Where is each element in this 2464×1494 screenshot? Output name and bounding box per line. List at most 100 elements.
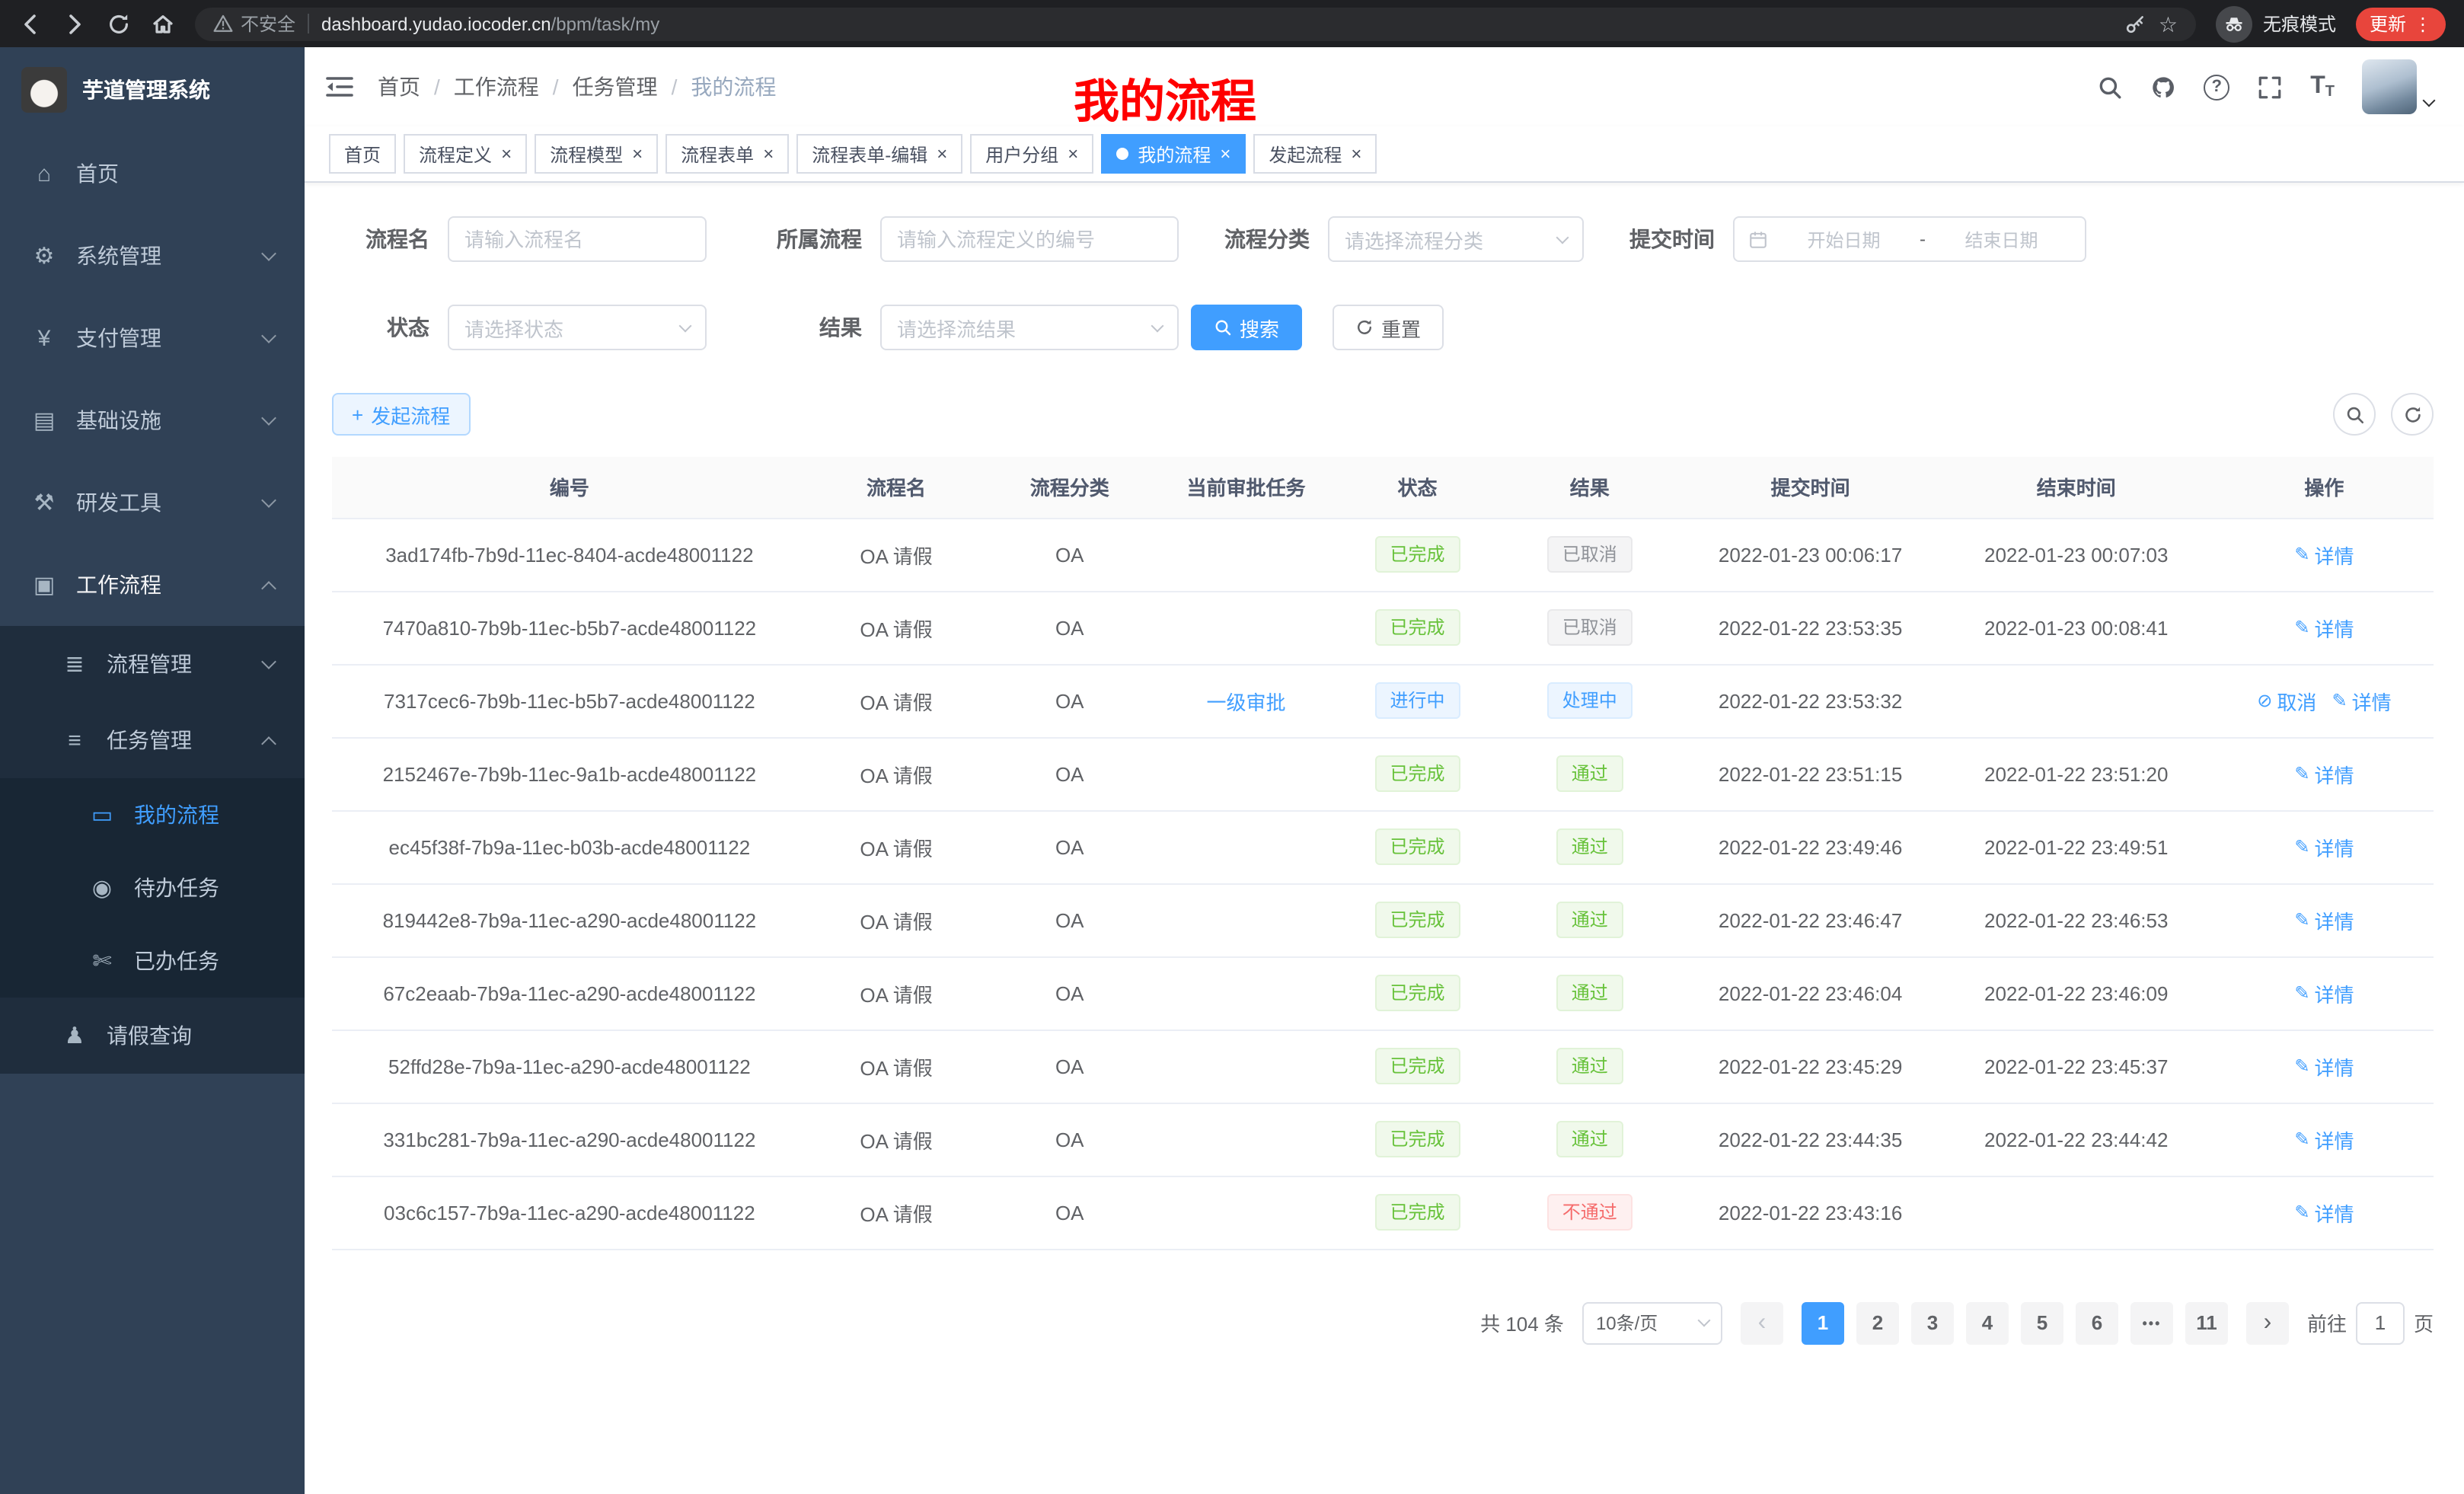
detail-link[interactable]: ✎详情 <box>2332 686 2391 715</box>
sidebar-item-devtools[interactable]: ⚒ 研发工具 <box>0 461 305 544</box>
prev-page-button[interactable]: ‹ <box>1741 1301 1783 1344</box>
avatar[interactable] <box>2362 59 2417 114</box>
process-definition-input[interactable] <box>880 216 1179 262</box>
detail-link[interactable]: ✎详情 <box>2294 832 2354 861</box>
cancel-link[interactable]: ⊘取消 <box>2257 686 2316 715</box>
sidebar-item-infrastructure[interactable]: ▤ 基础设施 <box>0 379 305 461</box>
sidebar-item-task-mgmt[interactable]: ≡ 任务管理 <box>0 702 305 778</box>
detail-link[interactable]: ✎详情 <box>2294 759 2354 788</box>
edit-icon: ✎ <box>2294 617 2309 638</box>
next-page-button[interactable]: › <box>2246 1301 2289 1344</box>
create-process-button[interactable]: + 发起流程 <box>332 393 470 436</box>
start-date-placeholder: 开始日期 <box>1774 226 1913 252</box>
browser-reload-button[interactable] <box>107 11 131 36</box>
site-security-chip[interactable]: 不安全 <box>213 11 295 37</box>
sidebar-item-leave-query[interactable]: ♟ 请假查询 <box>0 998 305 1074</box>
close-icon[interactable]: × <box>1068 145 1078 163</box>
detail-link[interactable]: ✎详情 <box>2294 1198 2354 1227</box>
browser-forward-button[interactable] <box>62 11 87 36</box>
tab-my-process[interactable]: 我的流程× <box>1101 134 1246 174</box>
app-logo[interactable]: 芋道管理系统 <box>0 47 305 132</box>
close-icon[interactable]: × <box>763 145 774 163</box>
show-search-button[interactable] <box>2333 393 2376 436</box>
pagination: 共 104 条 10条/页 ‹ 1 2 3 4 5 6 ••• 11 <box>332 1301 2434 1344</box>
goto-page-input[interactable] <box>2356 1301 2405 1344</box>
navbar-actions: ? TT <box>2097 59 2434 114</box>
sidebar-item-process-mgmt[interactable]: ≣ 流程管理 <box>0 626 305 702</box>
search-icon[interactable] <box>2097 74 2123 100</box>
table-row: 52ffd28e-7b9a-11ec-a290-acde48001122 OA … <box>332 1030 2434 1103</box>
refresh-table-button[interactable] <box>2391 393 2434 436</box>
tab-process-form-edit[interactable]: 流程表单-编辑× <box>796 134 962 174</box>
status-select[interactable]: 请选择状态 <box>448 305 707 350</box>
sidebar-fold-icon[interactable] <box>326 75 353 99</box>
tab-process-model[interactable]: 流程模型× <box>535 134 658 174</box>
page-button-4[interactable]: 4 <box>1966 1301 2009 1344</box>
github-icon[interactable] <box>2150 74 2176 100</box>
page-button-6[interactable]: 6 <box>2076 1301 2118 1344</box>
font-size-icon[interactable]: TT <box>2310 73 2335 101</box>
status-label: 状态 <box>332 312 429 343</box>
tab-process-definition[interactable]: 流程定义× <box>404 134 527 174</box>
page-button-2[interactable]: 2 <box>1856 1301 1899 1344</box>
tab-process-form[interactable]: 流程表单× <box>665 134 789 174</box>
sidebar-item-done-tasks[interactable]: ✄ 已办任务 <box>0 924 305 998</box>
screen: 不安全 dashboard.yudao.iocoder.cn/bpm/task/… <box>0 0 2464 1494</box>
page-button-1[interactable]: 1 <box>1802 1301 1844 1344</box>
chevron-down-icon <box>1151 319 1164 332</box>
col-current-task: 当前审批任务 <box>1154 457 1339 518</box>
detail-link[interactable]: ✎详情 <box>2294 540 2354 569</box>
sidebar-item-system[interactable]: ⚙ 系统管理 <box>0 215 305 297</box>
fullscreen-icon[interactable] <box>2257 74 2283 100</box>
browser-menu-icon[interactable]: ⋮ <box>2414 13 2432 34</box>
tab-start-process[interactable]: 发起流程× <box>1253 134 1377 174</box>
close-icon[interactable]: × <box>501 145 512 163</box>
close-icon[interactable]: × <box>1351 145 1361 163</box>
pagination-goto: 前往 页 <box>2307 1301 2434 1344</box>
chevron-down-icon <box>261 653 276 669</box>
user-menu[interactable] <box>2362 59 2434 114</box>
page-button-11[interactable]: 11 <box>2185 1301 2228 1344</box>
category-select[interactable]: 请选择流程分类 <box>1328 216 1584 262</box>
detail-link[interactable]: ✎详情 <box>2294 1052 2354 1081</box>
current-task-link[interactable]: 一级审批 <box>1207 691 1286 713</box>
page-button-5[interactable]: 5 <box>2021 1301 2063 1344</box>
bookmark-star-icon[interactable]: ☆ <box>2159 13 2178 34</box>
result-select[interactable]: 请选择流结果 <box>880 305 1179 350</box>
close-icon[interactable]: × <box>1220 145 1230 163</box>
tab-user-group[interactable]: 用户分组× <box>970 134 1093 174</box>
breadcrumb-workflow[interactable]: 工作流程 <box>454 72 539 102</box>
pagination-more-button[interactable]: ••• <box>2130 1301 2173 1344</box>
tab-home[interactable]: 首页 <box>329 134 396 174</box>
sidebar-item-todo-tasks[interactable]: ◉ 待办任务 <box>0 851 305 924</box>
address-bar[interactable]: 不安全 dashboard.yudao.iocoder.cn/bpm/task/… <box>195 7 2196 40</box>
sidebar-item-home[interactable]: ⌂ 首页 <box>0 132 305 215</box>
tools-icon: ⚒ <box>30 489 58 516</box>
help-icon[interactable]: ? <box>2204 74 2229 100</box>
close-icon[interactable]: × <box>937 145 947 163</box>
sidebar-item-payment[interactable]: ¥ 支付管理 <box>0 297 305 379</box>
detail-link[interactable]: ✎详情 <box>2294 905 2354 934</box>
process-name-input[interactable] <box>448 216 707 262</box>
close-icon[interactable]: × <box>632 145 643 163</box>
breadcrumb-separator <box>672 75 678 99</box>
password-key-icon[interactable] <box>2125 13 2146 34</box>
search-button[interactable]: 搜索 <box>1191 305 1302 350</box>
detail-link[interactable]: ✎详情 <box>2294 613 2354 642</box>
reset-button[interactable]: 重置 <box>1333 305 1444 350</box>
detail-link[interactable]: ✎详情 <box>2294 978 2354 1007</box>
chevron-up-icon <box>261 736 276 751</box>
browser-update-button[interactable]: 更新 ⋮ <box>2356 7 2446 40</box>
detail-link[interactable]: ✎详情 <box>2294 1125 2354 1154</box>
page-button-3[interactable]: 3 <box>1911 1301 1954 1344</box>
breadcrumb-task-mgmt[interactable]: 任务管理 <box>573 72 658 102</box>
breadcrumb-home[interactable]: 首页 <box>378 72 420 102</box>
page-size-select[interactable]: 10条/页 <box>1582 1301 1722 1344</box>
chevron-down-icon <box>261 410 276 425</box>
caret-down-icon <box>2423 94 2436 107</box>
browser-home-button[interactable] <box>151 11 175 36</box>
sidebar-item-workflow[interactable]: ▣ 工作流程 <box>0 544 305 626</box>
sidebar-item-my-process[interactable]: ▭ 我的流程 <box>0 778 305 851</box>
date-range-picker[interactable]: 开始日期 - 结束日期 <box>1733 216 2086 262</box>
browser-back-button[interactable] <box>18 11 43 36</box>
